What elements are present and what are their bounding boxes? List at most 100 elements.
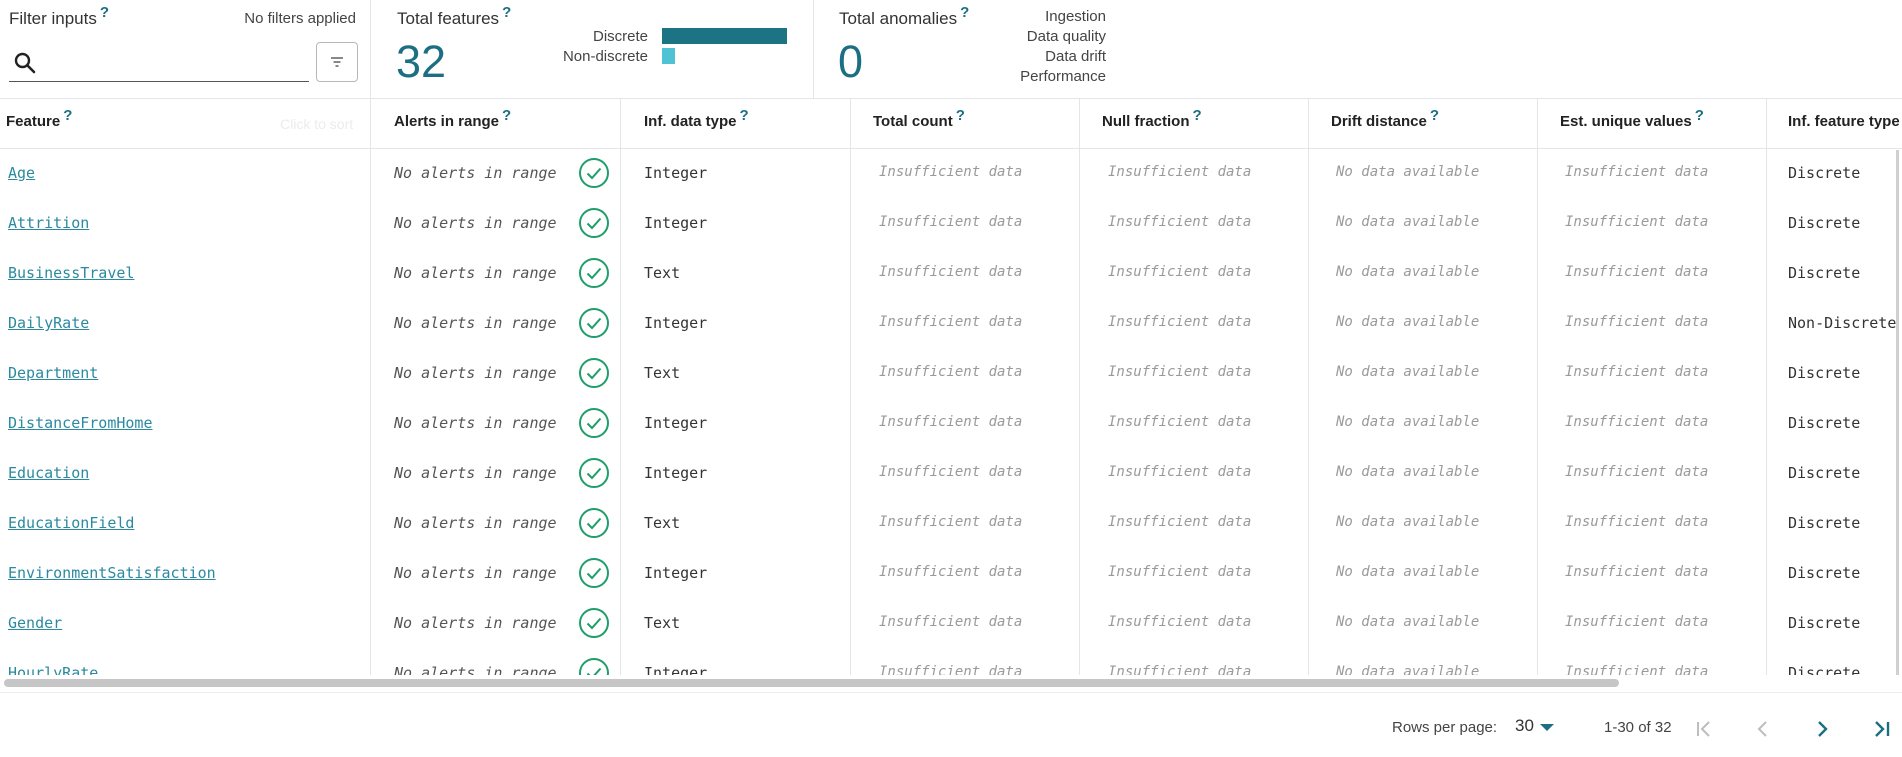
help-icon[interactable]: ? bbox=[63, 107, 72, 124]
column-header-total-count[interactable]: Total count? bbox=[873, 108, 965, 130]
feature-link[interactable]: Attrition bbox=[8, 214, 89, 232]
last-page-icon[interactable] bbox=[1869, 717, 1893, 741]
feature-link[interactable]: DistanceFromHome bbox=[8, 414, 153, 432]
null-fraction-cell: Insufficient data bbox=[1108, 614, 1252, 630]
data-type-cell: Text bbox=[644, 514, 681, 532]
alerts-cell: No alerts in range bbox=[394, 364, 557, 382]
filter-inputs-title: Filter inputs? bbox=[9, 5, 109, 29]
first-page-icon[interactable] bbox=[1692, 717, 1716, 741]
null-fraction-cell: Insufficient data bbox=[1108, 414, 1252, 430]
unique-values-cell: Insufficient data bbox=[1565, 564, 1709, 580]
column-header-drift-distance[interactable]: Drift distance? bbox=[1331, 108, 1439, 130]
total-features-value: 32 bbox=[396, 36, 447, 87]
unique-values-cell: Insufficient data bbox=[1565, 264, 1709, 280]
null-fraction-cell: Insufficient data bbox=[1108, 164, 1252, 180]
check-circle-icon bbox=[579, 608, 609, 638]
alerts-cell: No alerts in range bbox=[394, 664, 557, 675]
search-icon bbox=[14, 52, 36, 74]
total-count-cell: Insufficient data bbox=[879, 564, 1023, 580]
check-circle-icon bbox=[579, 158, 609, 188]
check-circle-icon bbox=[579, 408, 609, 438]
column-header-feature[interactable]: Feature? bbox=[6, 108, 72, 130]
feature-link[interactable]: HourlyRate bbox=[8, 664, 98, 675]
data-type-cell: Integer bbox=[644, 164, 708, 182]
table-row: DistanceFromHome No alerts in range Intege… bbox=[0, 399, 1902, 449]
check-circle-icon bbox=[579, 258, 609, 288]
panel-divider bbox=[813, 0, 814, 99]
total-features-title: Total features? bbox=[397, 5, 511, 29]
data-type-cell: Integer bbox=[644, 414, 708, 432]
unique-values-cell: Insufficient data bbox=[1565, 614, 1709, 630]
vertical-scrollbar[interactable] bbox=[1896, 150, 1899, 675]
next-page-icon[interactable] bbox=[1810, 717, 1834, 741]
alerts-cell: No alerts in range bbox=[394, 564, 557, 582]
feature-link[interactable]: Gender bbox=[8, 614, 62, 632]
drift-distance-cell: No data available bbox=[1336, 664, 1480, 675]
filter-button[interactable] bbox=[316, 42, 358, 82]
search-field[interactable] bbox=[9, 46, 309, 82]
help-icon[interactable]: ? bbox=[1193, 107, 1202, 124]
drift-distance-cell: No data available bbox=[1336, 564, 1480, 580]
column-header-feature-type[interactable]: Inf. feature type bbox=[1788, 113, 1900, 130]
feature-link[interactable]: Department bbox=[8, 364, 98, 382]
table-row: Age No alerts in range Integer Insufficient… bbox=[0, 149, 1902, 199]
horizontal-scrollbar[interactable] bbox=[0, 677, 1902, 689]
unique-values-cell: Insufficient data bbox=[1565, 214, 1709, 230]
feature-link[interactable]: EnvironmentSatisfaction bbox=[8, 564, 216, 582]
total-count-cell: Insufficient data bbox=[879, 464, 1023, 480]
pagination-bar: Rows per page: 30 1-30 of 32 bbox=[0, 692, 1902, 757]
feature-type-cell: Discrete bbox=[1788, 614, 1861, 632]
column-header-unique-values[interactable]: Est. unique values? bbox=[1560, 108, 1704, 130]
page-range-text: 1-30 of 32 bbox=[1604, 719, 1672, 736]
discrete-bar-label: Discrete bbox=[592, 28, 648, 45]
feature-link[interactable]: BusinessTravel bbox=[8, 264, 134, 282]
unique-values-cell: Insufficient data bbox=[1565, 514, 1709, 530]
null-fraction-cell: Insufficient data bbox=[1108, 314, 1252, 330]
unique-values-cell: Insufficient data bbox=[1565, 364, 1709, 380]
total-count-cell: Insufficient data bbox=[879, 164, 1023, 180]
column-header-alerts[interactable]: Alerts in range? bbox=[394, 108, 511, 130]
table-row: Department No alerts in range Text Insuffic… bbox=[0, 349, 1902, 399]
column-header-null-fraction[interactable]: Null fraction? bbox=[1102, 108, 1202, 130]
search-input[interactable] bbox=[47, 50, 302, 78]
total-count-cell: Insufficient data bbox=[879, 414, 1023, 430]
data-type-cell: Integer bbox=[644, 664, 708, 675]
help-icon[interactable]: ? bbox=[502, 107, 511, 124]
rows-per-page-select[interactable]: 30 bbox=[1515, 716, 1534, 736]
table-header: Feature? Click to sort Alerts in range? … bbox=[0, 99, 1902, 149]
anomaly-category-ingestion: Ingestion bbox=[1045, 8, 1106, 25]
alerts-cell: No alerts in range bbox=[394, 614, 557, 632]
total-anomalies-label: Total anomalies bbox=[839, 9, 958, 28]
feature-type-cell: Discrete bbox=[1788, 514, 1861, 532]
null-fraction-cell: Insufficient data bbox=[1108, 264, 1252, 280]
help-icon[interactable]: ? bbox=[502, 4, 511, 21]
caret-down-icon[interactable] bbox=[1540, 724, 1554, 732]
discrete-bar bbox=[662, 28, 787, 44]
feature-link[interactable]: DailyRate bbox=[8, 314, 89, 332]
horizontal-scrollbar-thumb[interactable] bbox=[4, 679, 1619, 687]
total-anomalies-value: 0 bbox=[838, 36, 864, 87]
help-icon[interactable]: ? bbox=[960, 4, 969, 21]
feature-link[interactable]: Age bbox=[8, 164, 35, 182]
data-type-cell: Integer bbox=[644, 464, 708, 482]
feature-type-cell: Discrete bbox=[1788, 664, 1861, 675]
null-fraction-cell: Insufficient data bbox=[1108, 364, 1252, 380]
previous-page-icon[interactable] bbox=[1751, 717, 1775, 741]
panel-divider bbox=[370, 0, 371, 99]
check-circle-icon bbox=[579, 558, 609, 588]
features-table: Feature? Click to sort Alerts in range? … bbox=[0, 99, 1902, 675]
drift-distance-cell: No data available bbox=[1336, 164, 1480, 180]
help-icon[interactable]: ? bbox=[956, 107, 965, 124]
column-header-data-type[interactable]: Inf. data type? bbox=[644, 108, 749, 130]
feature-link[interactable]: Education bbox=[8, 464, 89, 482]
drift-distance-cell: No data available bbox=[1336, 414, 1480, 430]
unique-values-cell: Insufficient data bbox=[1565, 664, 1709, 675]
unique-values-cell: Insufficient data bbox=[1565, 164, 1709, 180]
feature-link[interactable]: EducationField bbox=[8, 514, 134, 532]
help-icon[interactable]: ? bbox=[100, 4, 109, 21]
help-icon[interactable]: ? bbox=[1430, 107, 1439, 124]
table-row: Attrition No alerts in range Integer Insuff… bbox=[0, 199, 1902, 249]
help-icon[interactable]: ? bbox=[1695, 107, 1704, 124]
help-icon[interactable]: ? bbox=[740, 107, 749, 124]
null-fraction-cell: Insufficient data bbox=[1108, 514, 1252, 530]
